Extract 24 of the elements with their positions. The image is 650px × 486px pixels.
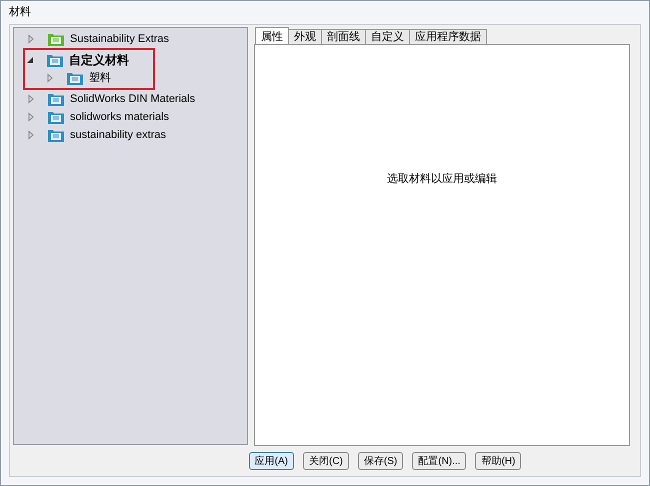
tab[interactable]: 应用程序数据 — [409, 29, 487, 44]
tab[interactable]: 外观 — [288, 29, 322, 44]
tab[interactable]: 属性 — [255, 27, 289, 44]
dialog-button[interactable]: 应用(A) — [248, 452, 294, 470]
tree-item[interactable]: sustainability extras — [70, 126, 166, 144]
empty-message: 选取材料以应用或编辑 — [387, 172, 497, 187]
dialog-button[interactable]: 保存(S) — [358, 452, 404, 470]
window-title: 材料 — [9, 5, 31, 20]
tree-item[interactable]: 塑料 — [89, 70, 111, 86]
expand-arrow-icon[interactable] — [26, 34, 36, 44]
dialog-button[interactable]: 关闭(C) — [303, 452, 349, 470]
tree-item[interactable]: 自定义材料 — [69, 51, 129, 69]
dialog-button[interactable]: 配置(N)... — [412, 452, 466, 470]
tree-item[interactable]: Sustainability Extras — [70, 30, 170, 48]
expand-arrow-icon[interactable] — [26, 94, 36, 104]
tab[interactable]: 剖面线 — [321, 29, 366, 44]
tree-item[interactable]: solidworks materials — [70, 108, 170, 126]
expand-arrow-icon[interactable] — [26, 130, 36, 140]
collapse-arrow-icon[interactable] — [25, 55, 35, 65]
tree-item[interactable]: SolidWorks DIN Materials — [70, 90, 196, 108]
dialog-button[interactable]: 帮助(H) — [475, 452, 522, 470]
expand-arrow-icon[interactable] — [45, 73, 55, 83]
tab[interactable]: 自定义 — [365, 29, 410, 44]
expand-arrow-icon[interactable] — [26, 112, 36, 122]
